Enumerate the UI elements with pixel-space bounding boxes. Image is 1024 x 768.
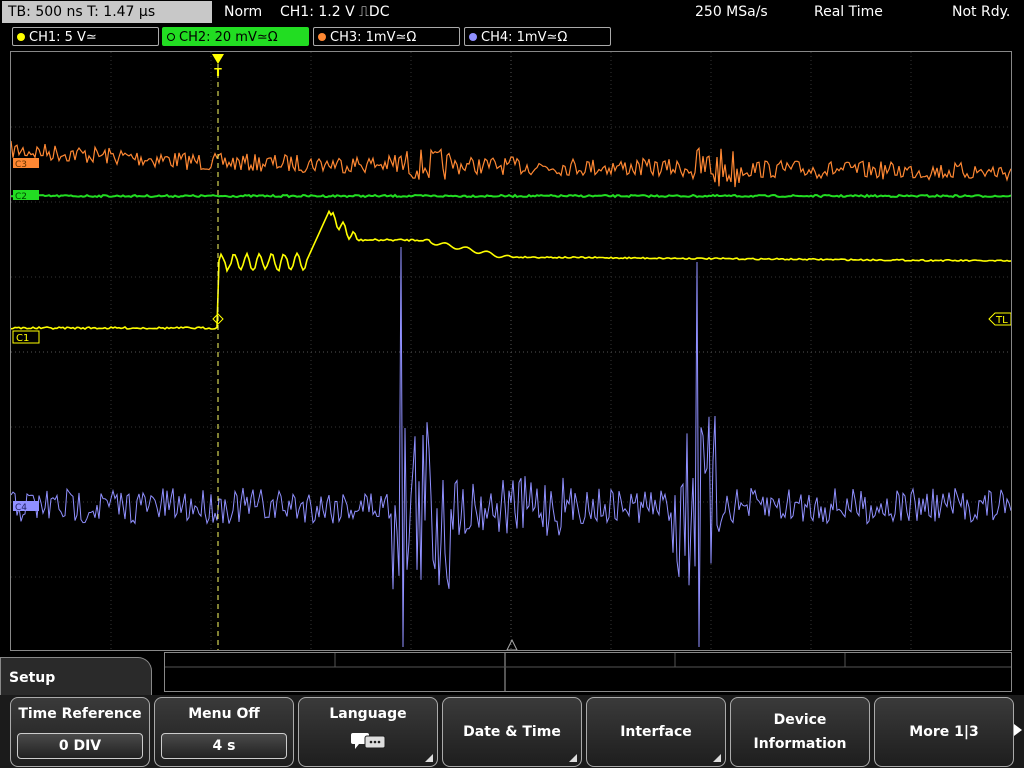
ch4-offset-marker[interactable]: C4 [13, 501, 39, 513]
ch4-label: CH4: 1mV≃Ω [481, 30, 568, 45]
ch4-marker-label: C4 [15, 503, 27, 513]
next-page-arrow-icon[interactable] [1012, 710, 1024, 750]
more-softkey[interactable]: More 1|3 [874, 697, 1014, 767]
ch2-color-icon [167, 33, 175, 41]
timebase-readout[interactable]: TB: 500 ns T: 1.47 µs [2, 1, 212, 23]
trigger-state: Not Rdy. [952, 4, 1011, 20]
ch1-trace [11, 209, 1011, 330]
ch4-color-icon [469, 33, 477, 41]
ch3-marker-label: C3 [15, 160, 27, 170]
sample-rate: 250 MSa/s [695, 4, 768, 20]
time-reference-softkey[interactable]: Time Reference 0 DIV [10, 697, 150, 767]
submenu-indicator-icon [569, 754, 577, 762]
channel-tab-ch3[interactable]: CH3: 1mV≃Ω [313, 27, 460, 46]
trigger-level-label: TL [995, 315, 1008, 326]
interface-softkey[interactable]: Interface [586, 697, 726, 767]
channel-tab-ch1[interactable]: CH1: 5 V≃ [12, 27, 159, 46]
date-time-label: Date & Time [463, 724, 561, 740]
device-information-label: Device Information [753, 712, 847, 752]
ch2-offset-marker[interactable]: C2 [13, 190, 39, 202]
ch2-trace [11, 193, 1011, 199]
more-label: More 1|3 [909, 724, 979, 740]
language-label: Language [329, 706, 407, 722]
menu-off-value: 4 s [161, 733, 287, 759]
channel-tab-ch2[interactable]: CH2: 20 mV≃Ω [162, 27, 309, 46]
zoom-overview-strip [164, 652, 1012, 692]
ch3-color-icon [318, 33, 326, 41]
ch1-label: CH1: 5 V≃ [29, 30, 97, 45]
acquisition-mode: Real Time [814, 4, 883, 20]
waveform-display[interactable]: T C1 C2 C3 C4 TL [10, 51, 1012, 651]
ch3-offset-marker[interactable]: C3 [13, 158, 39, 170]
waveform-canvas: T C1 C2 C3 C4 TL [11, 52, 1011, 650]
center-marker-icon [506, 638, 518, 650]
ch2-label: CH2: 20 mV≃Ω [179, 30, 278, 45]
trigger-position-marker-icon[interactable] [212, 54, 224, 64]
menu-title-tab: Setup [0, 657, 152, 697]
ch3-label: CH3: 1mV≃Ω [330, 30, 417, 45]
interface-label: Interface [620, 724, 692, 740]
language-softkey[interactable]: Language [298, 697, 438, 767]
submenu-indicator-icon [425, 754, 433, 762]
graticule [11, 52, 1011, 650]
trigger-settings[interactable]: CH1: 1.2 V ⎍DC [280, 3, 389, 21]
menu-off-label: Menu Off [188, 706, 260, 722]
ch1-offset-marker[interactable]: C1 [12, 330, 40, 344]
device-information-softkey[interactable]: Device Information [730, 697, 870, 767]
trigger-mode[interactable]: Norm [224, 3, 262, 21]
trigger-marker-label: T [214, 66, 222, 79]
ch4-trace [11, 246, 1011, 648]
date-time-softkey[interactable]: Date & Time [442, 697, 582, 767]
trigger-level-marker[interactable]: TL [988, 312, 1011, 326]
ch2-marker-label: C2 [15, 192, 27, 202]
status-bar: TB: 500 ns T: 1.47 µs Norm CH1: 1.2 V ⎍D… [0, 0, 1024, 26]
ch1-marker-label: C1 [16, 333, 29, 344]
menu-off-softkey[interactable]: Menu Off 4 s [154, 697, 294, 767]
submenu-indicator-icon [713, 754, 721, 762]
ch1-color-icon [17, 33, 25, 41]
time-reference-label: Time Reference [18, 706, 142, 722]
speech-bubbles-icon [351, 733, 386, 749]
channel-tab-ch4[interactable]: CH4: 1mV≃Ω [464, 27, 611, 46]
time-reference-value: 0 DIV [17, 733, 143, 759]
